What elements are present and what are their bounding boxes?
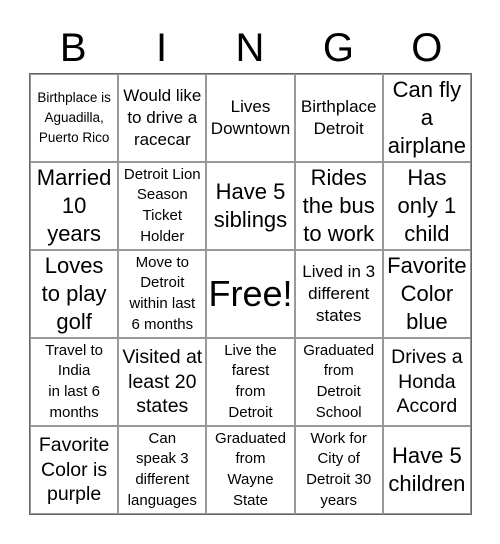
header-letter-b: B	[59, 26, 87, 70]
bingo-cell[interactable]: Work for City of Detroit 30 years	[294, 426, 383, 514]
bingo-cell[interactable]: Move to Detroit within last 6 months	[118, 250, 207, 338]
bingo-cell[interactable]: Have 5 siblings	[206, 162, 295, 250]
header-letter-g: G	[322, 26, 354, 70]
bingo-header: B I N G O	[29, 24, 471, 72]
bingo-cell[interactable]: Live the farest from Detroit	[206, 338, 295, 426]
bingo-cell[interactable]: Drives a Honda Accord	[382, 338, 471, 426]
bingo-grid: Birthplace is Aguadilla, Puerto Rico Wou…	[29, 73, 472, 515]
header-letter-o: O	[411, 26, 443, 70]
bingo-cell[interactable]: Favorite Color is purple	[30, 426, 119, 514]
bingo-cell[interactable]: Lived in 3 different states	[294, 250, 383, 338]
bingo-cell[interactable]: Favorite Color blue	[382, 250, 471, 338]
header-letter-i: I	[156, 26, 168, 70]
bingo-cell[interactable]: Have 5 children	[382, 426, 471, 514]
bingo-cell[interactable]: Can speak 3 different languages	[118, 426, 207, 514]
bingo-cell[interactable]: Graduated from Detroit School	[294, 338, 383, 426]
bingo-cell[interactable]: Loves to play golf	[30, 250, 119, 338]
bingo-cell[interactable]: Would like to drive a racecar	[118, 74, 207, 162]
bingo-cell[interactable]: Birthplace is Aguadilla, Puerto Rico	[30, 74, 119, 162]
bingo-cell[interactable]: Graduated from Wayne State	[206, 426, 295, 514]
free-space-cell[interactable]: Free!	[206, 250, 295, 338]
bingo-cell[interactable]: Travel to India in last 6 months	[30, 338, 119, 426]
bingo-cell[interactable]: Lives Downtown	[206, 74, 295, 162]
bingo-cell[interactable]: Detroit Lion Season Ticket Holder	[118, 162, 207, 250]
bingo-cell[interactable]: Married 10 years	[30, 162, 119, 250]
bingo-cell[interactable]: Rides the bus to work	[294, 162, 383, 250]
bingo-cell[interactable]: Can fly a airplane	[382, 74, 471, 162]
bingo-cell[interactable]: Has only 1 child	[382, 162, 471, 250]
bingo-cell[interactable]: Birthplace Detroit	[294, 74, 383, 162]
bingo-cell[interactable]: Visited at least 20 states	[118, 338, 207, 426]
header-letter-n: N	[235, 26, 265, 70]
